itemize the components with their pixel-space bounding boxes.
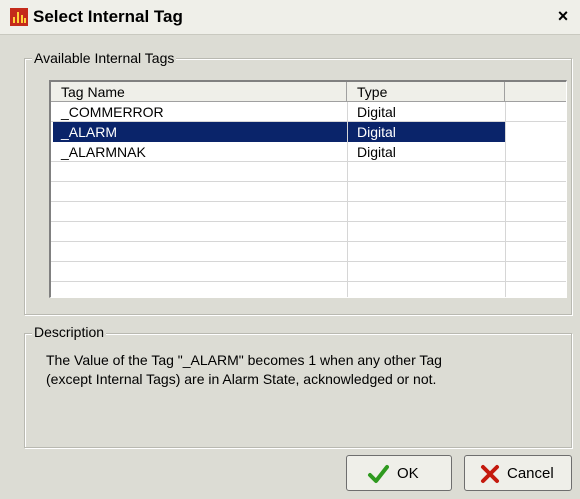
app-tag-icon <box>10 8 28 26</box>
grid-line <box>51 121 566 122</box>
column-header-extra[interactable] <box>505 82 566 102</box>
table-row[interactable]: _COMMERROR Digital <box>51 102 566 122</box>
tags-list[interactable]: Tag Name Type _COMMERROR Digital _ALARM … <box>49 80 567 298</box>
grid-line <box>347 102 348 297</box>
table-row-selected[interactable]: _ALARM Digital <box>51 122 566 142</box>
description-line-2: (except Internal Tags) are in Alarm Stat… <box>46 371 437 387</box>
tag-type-cell: Digital <box>357 144 396 160</box>
description-group-title: Description <box>32 324 107 340</box>
tag-name-cell: _ALARM <box>61 124 118 140</box>
cancel-button-label: Cancel <box>507 465 554 482</box>
ok-button[interactable]: OK <box>346 455 452 491</box>
tag-name-cell: _COMMERROR <box>61 104 164 120</box>
ok-button-label: OK <box>397 465 419 482</box>
grid-line <box>51 261 566 262</box>
check-icon <box>368 465 389 483</box>
tag-type-cell: Digital <box>357 104 396 120</box>
grid-line <box>51 201 566 202</box>
title-bar[interactable]: Select Internal Tag × <box>0 0 580 35</box>
table-row[interactable]: _ALARMNAK Digital <box>51 142 566 162</box>
grid-line <box>51 221 566 222</box>
cancel-button[interactable]: Cancel <box>464 455 572 491</box>
grid-line <box>51 181 566 182</box>
available-tags-group-title: Available Internal Tags <box>32 50 177 66</box>
tag-type-cell: Digital <box>357 124 396 140</box>
select-internal-tag-dialog: Select Internal Tag × Available Internal… <box>0 0 580 499</box>
grid-line <box>505 102 506 297</box>
description-text: The Value of the Tag "_ALARM" becomes 1 … <box>46 351 566 389</box>
column-header-tag-name[interactable]: Tag Name <box>51 82 347 102</box>
window-title: Select Internal Tag <box>33 7 183 26</box>
tag-name-cell: _ALARMNAK <box>61 144 146 160</box>
grid-line <box>51 241 566 242</box>
description-line-1: The Value of the Tag "_ALARM" becomes 1 … <box>46 352 442 368</box>
grid-line <box>51 161 566 162</box>
x-icon <box>481 465 499 483</box>
close-button[interactable]: × <box>553 6 573 26</box>
column-header-type[interactable]: Type <box>347 82 505 102</box>
grid-line <box>51 281 566 282</box>
